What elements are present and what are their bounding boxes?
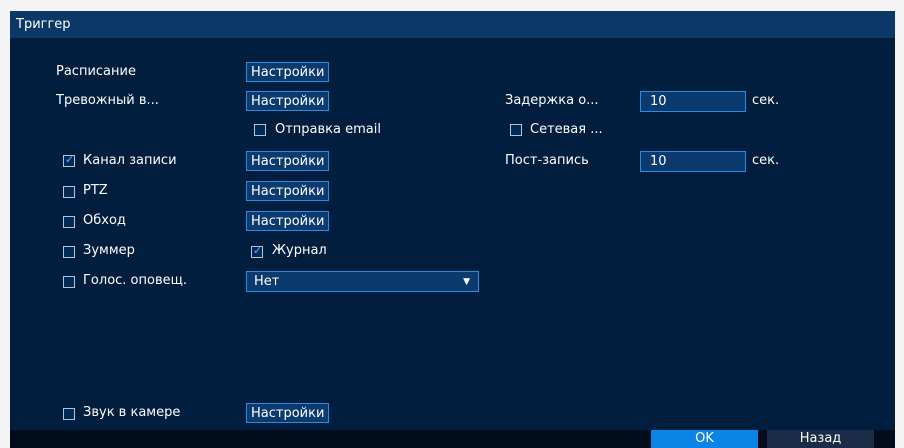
trigger-dialog: Триггер Расписание Настройки Тревожный в… xyxy=(10,11,895,448)
post-record-input[interactable]: 10 xyxy=(640,151,746,172)
checkmark-icon: ✓ xyxy=(65,153,75,166)
alarm-out-label: Тревожный в... xyxy=(56,93,159,108)
ptz-label: PTZ xyxy=(83,183,108,198)
voice-select[interactable]: Нет ▼ xyxy=(246,271,479,292)
buzzer-label: Зуммер xyxy=(83,243,135,258)
back-button[interactable]: Назад xyxy=(767,430,874,448)
post-record-unit: сек. xyxy=(752,153,780,168)
schedule-settings-button[interactable]: Настройки xyxy=(246,62,330,82)
tour-settings-button[interactable]: Настройки xyxy=(246,211,330,231)
checkmark-icon: ✓ xyxy=(253,244,263,257)
record-channel-checkbox[interactable]: ✓ xyxy=(63,153,75,167)
log-checkbox[interactable]: ✓ xyxy=(251,244,263,258)
dropdown-arrow-icon: ▼ xyxy=(463,277,470,287)
dialog-footer: OK Назад xyxy=(10,430,895,448)
camera-sound-checkbox[interactable] xyxy=(63,408,75,420)
network-label: Сетевая ... xyxy=(530,122,603,137)
buzzer-checkbox[interactable] xyxy=(63,246,75,258)
ptz-settings-button[interactable]: Настройки xyxy=(246,181,330,201)
schedule-label: Расписание xyxy=(56,64,136,79)
post-record-label: Пост-запись xyxy=(505,153,589,168)
dialog-title: Триггер xyxy=(16,17,71,32)
send-email-checkbox[interactable] xyxy=(254,124,266,136)
alarm-out-settings-button[interactable]: Настройки xyxy=(246,91,330,111)
delay-input[interactable]: 10 xyxy=(640,91,746,112)
dialog-titlebar: Триггер xyxy=(10,11,895,38)
voice-checkbox[interactable] xyxy=(63,276,75,288)
voice-select-value: Нет xyxy=(254,274,280,289)
record-channel-label: Канал записи xyxy=(83,153,177,168)
tour-label: Обход xyxy=(83,213,126,228)
camera-sound-label: Звук в камере xyxy=(83,405,181,420)
log-label: Журнал xyxy=(272,243,327,258)
ok-button[interactable]: OK xyxy=(651,430,758,448)
delay-unit: сек. xyxy=(752,93,780,108)
tour-checkbox[interactable] xyxy=(63,216,75,228)
record-channel-settings-button[interactable]: Настройки xyxy=(246,151,330,171)
ptz-checkbox[interactable] xyxy=(63,186,75,198)
delay-label: Задержка о... xyxy=(505,93,599,108)
send-email-label: Отправка email xyxy=(275,122,381,137)
network-checkbox[interactable] xyxy=(510,124,522,136)
camera-sound-settings-button[interactable]: Настройки xyxy=(246,403,330,423)
voice-label: Голос. оповещ. xyxy=(83,273,187,288)
